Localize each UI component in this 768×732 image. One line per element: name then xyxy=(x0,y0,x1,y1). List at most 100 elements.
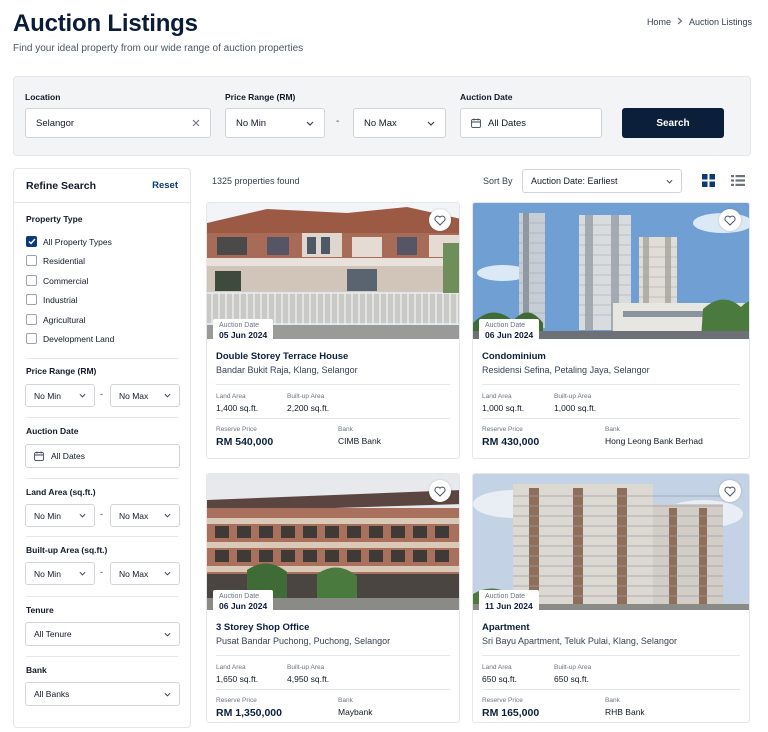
land-area-value: 1,650 sq.ft. xyxy=(216,674,259,684)
built-up-value: 4,950 sq.ft. xyxy=(287,674,330,684)
property-type-option[interactable]: Agricultural xyxy=(26,314,86,325)
sidebar-date-input[interactable]: All Dates xyxy=(25,444,180,468)
search-panel: Location Selangor Price Range (RM) No Mi… xyxy=(13,76,751,156)
auction-date-input[interactable]: All Dates xyxy=(460,108,602,138)
location-label: Location xyxy=(25,92,61,102)
listing-title[interactable]: Apartment xyxy=(482,622,530,633)
bank-value: CIMB Bank xyxy=(338,436,381,446)
land-area-label: Land Area xyxy=(482,664,512,671)
property-type-option[interactable]: Industrial xyxy=(26,294,78,305)
separator: - xyxy=(100,389,103,399)
checkbox-icon[interactable] xyxy=(26,333,37,344)
auction-date-badge: Auction Date 11 Jun 2024 xyxy=(479,590,539,613)
reset-link[interactable]: Reset xyxy=(152,180,178,191)
heart-icon[interactable] xyxy=(719,480,741,502)
land-area-title: Land Area (sq.ft.) xyxy=(26,487,96,497)
bank-value: All Banks xyxy=(34,689,70,699)
listing-location: Pusat Bandar Puchong, Puchong, Selangor xyxy=(216,636,391,646)
listing-title[interactable]: 3 Storey Shop Office xyxy=(216,622,309,633)
page-title: Auction Listings xyxy=(13,10,198,37)
divider xyxy=(26,478,178,479)
grid-view-icon[interactable] xyxy=(702,174,715,192)
land-max-select[interactable]: No Max xyxy=(110,504,180,527)
listing-location: Bandar Bukit Raja, Klang, Selangor xyxy=(216,365,358,375)
built-up-label: Built-up Area xyxy=(287,664,325,671)
tenure-select[interactable]: All Tenure xyxy=(25,622,180,646)
property-type-option[interactable]: Residential xyxy=(26,255,85,266)
property-type-label: Residential xyxy=(43,255,86,266)
price-max-select[interactable]: No Max xyxy=(353,108,446,138)
sort-select[interactable]: Auction Date: Earliest xyxy=(522,169,682,193)
land-min-select[interactable]: No Min xyxy=(25,504,95,527)
listing-location: Sri Bayu Apartment, Teluk Pulai, Klang, … xyxy=(482,636,677,646)
divider xyxy=(482,689,740,690)
built-up-label: Built-up Area xyxy=(287,393,325,400)
property-type-label: Industrial xyxy=(43,294,78,305)
separator: - xyxy=(100,567,103,577)
chevron-down-icon xyxy=(164,692,171,697)
property-type-label: All Property Types xyxy=(43,236,112,247)
sidebar-price-max-select[interactable]: No Max xyxy=(110,384,180,407)
built-max-select[interactable]: No Max xyxy=(110,562,180,585)
clear-icon[interactable] xyxy=(192,119,200,127)
location-input[interactable]: Selangor xyxy=(25,108,211,138)
heart-icon[interactable] xyxy=(429,480,451,502)
built-up-value: 650 sq.ft. xyxy=(554,674,589,684)
bank-select[interactable]: All Banks xyxy=(25,682,180,706)
checkbox-icon[interactable] xyxy=(26,294,37,305)
auction-date-badge: Auction Date 06 Jun 2024 xyxy=(213,590,274,613)
tenure-title: Tenure xyxy=(26,605,54,615)
listing-card[interactable]: Auction Date 05 Jun 2024 Double Storey T… xyxy=(206,202,460,459)
breadcrumb-home[interactable]: Home xyxy=(647,17,671,27)
refine-sidebar: Refine Search Reset Property Type All Pr… xyxy=(13,168,191,728)
sort-label: Sort By xyxy=(483,176,513,186)
search-button[interactable]: Search xyxy=(622,108,724,138)
heart-icon[interactable] xyxy=(429,209,451,231)
built-max-value: No Max xyxy=(119,568,149,579)
auction-date-value: 05 Jun 2024 xyxy=(219,330,268,340)
sidebar-price-min-select[interactable]: No Min xyxy=(25,384,95,407)
divider xyxy=(216,384,450,385)
sidebar-header: Refine Search Reset xyxy=(14,169,190,203)
listing-title[interactable]: Condominium xyxy=(482,351,546,362)
built-min-value: No Min xyxy=(34,568,61,579)
auction-date-value: 11 Jun 2024 xyxy=(485,601,533,611)
chevron-down-icon xyxy=(79,513,86,518)
list-view-icon[interactable] xyxy=(731,174,745,192)
property-type-option[interactable]: Development Land xyxy=(26,333,114,344)
property-type-option[interactable]: All Property Types xyxy=(26,236,112,247)
property-type-label: Agricultural xyxy=(43,314,86,325)
listing-card[interactable]: Auction Date 06 Jun 2024 Condominium Res… xyxy=(472,202,750,459)
price-min-select[interactable]: No Min xyxy=(225,108,325,138)
checkbox-icon[interactable] xyxy=(26,255,37,266)
land-min-value: No Min xyxy=(34,510,61,521)
land-area-label: Land Area xyxy=(482,393,512,400)
built-min-select[interactable]: No Min xyxy=(25,562,95,585)
sidebar-date-value: All Dates xyxy=(51,451,86,461)
price-range-title: Price Range (RM) xyxy=(26,366,97,376)
divider xyxy=(216,689,450,690)
listing-title[interactable]: Double Storey Terrace House xyxy=(216,351,348,362)
divider xyxy=(26,417,178,418)
separator: - xyxy=(100,509,103,519)
auction-date-label: Auction Date xyxy=(219,593,260,600)
land-max-value: No Max xyxy=(119,510,149,521)
reserve-price-label: Reserve Price xyxy=(482,426,523,433)
property-type-option[interactable]: Commercial xyxy=(26,275,88,286)
chevron-down-icon xyxy=(164,632,171,637)
divider xyxy=(26,536,178,537)
results-count: 1325 properties found xyxy=(212,176,300,186)
reserve-price-value: RM 165,000 xyxy=(482,707,540,719)
divider xyxy=(216,418,450,419)
calendar-icon xyxy=(471,118,481,128)
bank-label: Bank xyxy=(338,426,353,433)
price-min-value: No Min xyxy=(236,117,267,129)
listing-card[interactable]: Auction Date 06 Jun 2024 3 Storey Shop O… xyxy=(206,473,460,723)
heart-icon[interactable] xyxy=(719,209,741,231)
checkbox-checked-icon[interactable] xyxy=(26,236,37,247)
checkbox-icon[interactable] xyxy=(26,314,37,325)
listing-card[interactable]: Auction Date 11 Jun 2024 Apartment Sri B… xyxy=(472,473,750,723)
checkbox-icon[interactable] xyxy=(26,275,37,286)
reserve-price-label: Reserve Price xyxy=(216,697,257,704)
chevron-right-icon xyxy=(677,17,683,27)
